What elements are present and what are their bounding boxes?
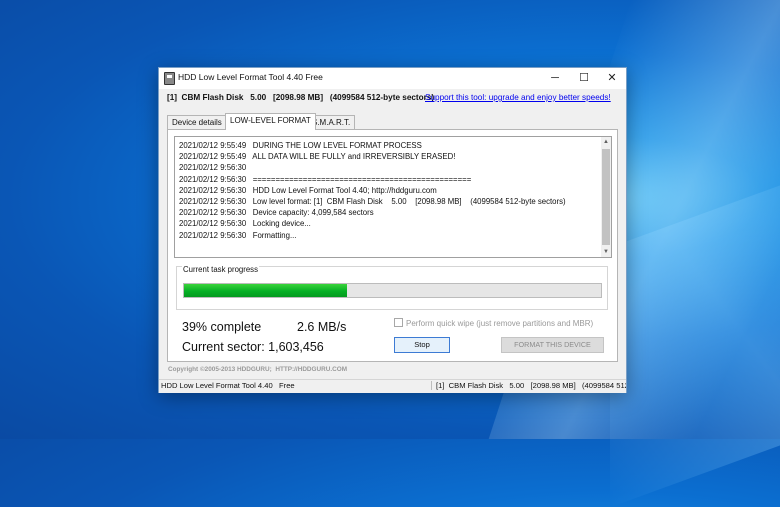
log-line: 2021/02/12 9:56:30 HDD Low Level Format … [179,185,437,195]
progress-group: Current task progress [176,265,608,310]
transfer-speed: 2.6 MB/s [297,320,347,334]
status-app-name: HDD Low Level Format Tool 4.40 Free [161,381,295,390]
log-line: 2021/02/12 9:56:30 [179,163,247,173]
log-line: 2021/02/12 9:56:30 Locking device... [179,219,311,229]
tab-device-details[interactable]: Device details [167,115,227,130]
status-device-info: [1] CBM Flash Disk 5.00 [2098.98 MB] (40… [431,381,626,390]
close-button[interactable]: ✕ [598,68,626,89]
format-device-button[interactable]: FORMAT THIS DEVICE [501,337,604,353]
scroll-thumb[interactable] [602,149,610,245]
stop-button[interactable]: Stop [394,337,450,353]
minimize-button[interactable]: ─ [541,68,569,89]
scroll-down-arrow-icon[interactable]: ▼ [601,247,611,257]
log-line: 2021/02/12 9:56:30 Formatting... [179,230,297,240]
progress-label: Current task progress [182,265,259,274]
app-window: HDD Low Level Format Tool 4.40 Free ─ ☐ … [158,67,627,393]
log-line: 2021/02/12 9:56:30 Device capacity: 4,09… [179,208,374,218]
log-line: 2021/02/12 9:55:49 ALL DATA WILL BE FULL… [179,152,456,162]
log-line: 2021/02/12 9:55:49 DURING THE LOW LEVEL … [179,141,422,150]
support-link[interactable]: Support this tool: upgrade and enjoy bet… [425,93,611,102]
low-level-format-panel: 2021/02/12 9:55:49 DURING THE LOW LEVEL … [167,129,618,362]
title-bar[interactable]: HDD Low Level Format Tool 4.40 Free ─ ☐ … [159,68,626,89]
progress-bar [183,283,602,298]
copyright-text: Copyright ©2005-2013 HDDGURU; HTTP://HDD… [168,366,348,373]
log-box: 2021/02/12 9:55:49 DURING THE LOW LEVEL … [174,136,612,258]
checkbox-box[interactable] [394,318,403,327]
log-line: 2021/02/12 9:56:30 =====================… [179,174,472,184]
log-lines: 2021/02/12 9:55:49 DURING THE LOW LEVEL … [179,140,566,241]
window-title: HDD Low Level Format Tool 4.40 Free [178,72,323,82]
quick-wipe-label: Perform quick wipe (just remove partitio… [406,319,594,328]
log-line: 2021/02/12 9:56:30 Low level format: [1]… [179,196,566,206]
progress-bar-fill [184,284,347,297]
current-sector: Current sector: 1,603,456 [182,340,324,354]
quick-wipe-checkbox[interactable]: Perform quick wipe (just remove partitio… [394,318,593,328]
maximize-button[interactable]: ☐ [570,68,598,89]
app-drive-icon [164,72,175,85]
status-bar: HDD Low Level Format Tool 4.40 Free [1] … [159,379,626,393]
percent-complete: 39% complete [182,320,262,334]
tab-low-level-format[interactable]: LOW-LEVEL FORMAT [225,113,316,130]
device-info: [1] CBM Flash Disk 5.00 [2098.98 MB] (40… [167,93,435,102]
log-scrollbar[interactable]: ▲ ▼ [601,137,611,257]
scroll-up-arrow-icon[interactable]: ▲ [601,137,611,147]
